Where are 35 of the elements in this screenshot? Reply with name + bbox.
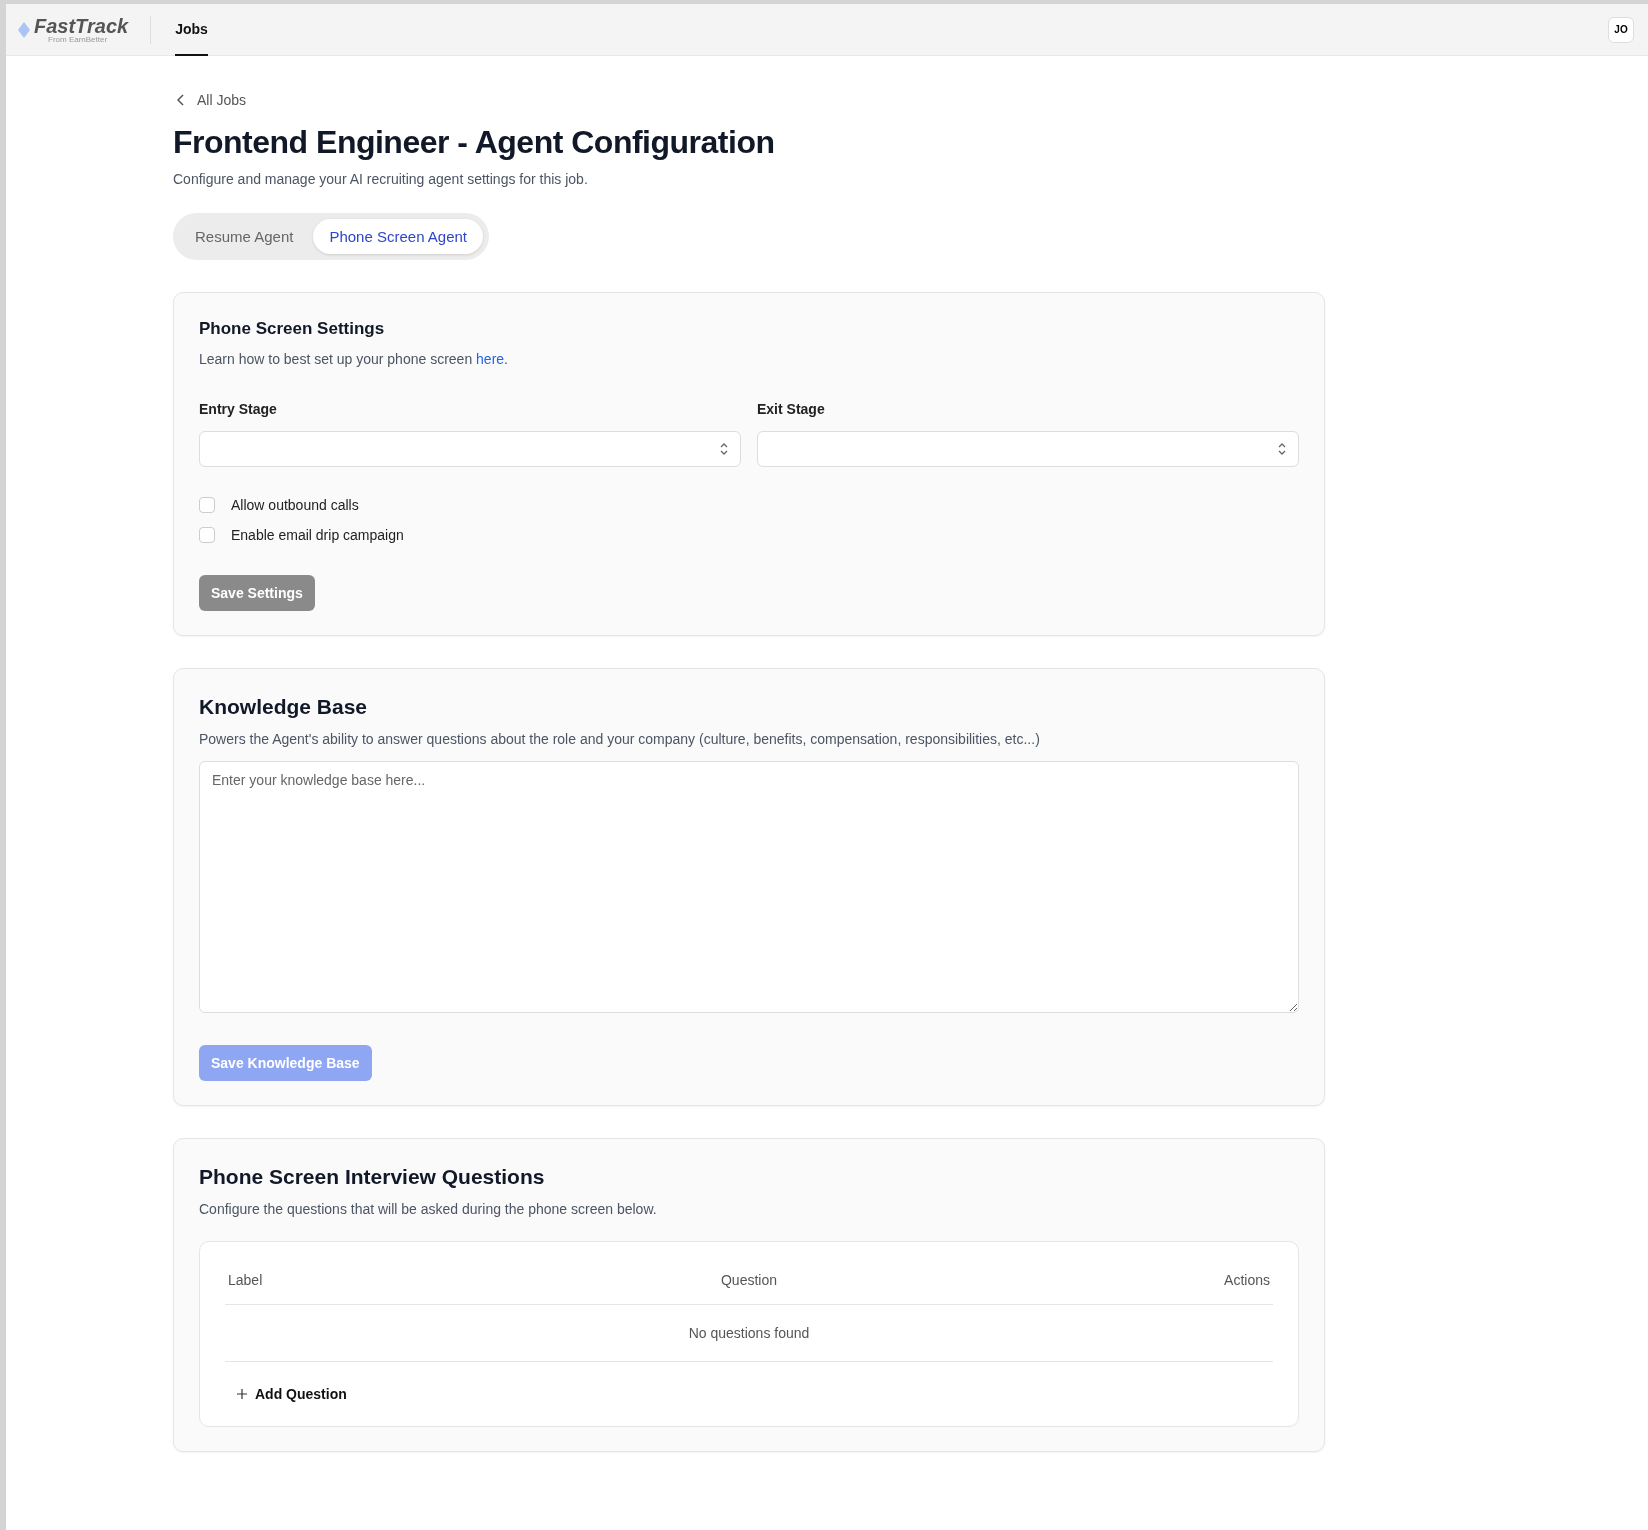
- checkbox[interactable]: [199, 527, 215, 543]
- section-description: Learn how to best set up your phone screen here.: [199, 351, 509, 367]
- logo-text: FastTrack: [34, 15, 129, 36]
- up-down-chevron-icon: [1278, 442, 1286, 456]
- page-subtitle: Configure and manage your AI recruiting agent settings for this job.: [173, 171, 589, 187]
- user-avatar[interactable]: JO: [1608, 16, 1634, 43]
- add-question-button[interactable]: Add Question: [225, 1362, 359, 1410]
- diamond-logo-icon: [18, 21, 30, 38]
- nav-tab[interactable]: Jobs: [175, 4, 208, 56]
- section-description: Configure the questions that will be asked during the phone screen below.: [199, 1201, 658, 1217]
- up-down-chevron-icon: [720, 442, 728, 456]
- section-title: Knowledge Base: [199, 695, 369, 719]
- agent-tab[interactable]: Resume Agent: [179, 219, 310, 254]
- stage-select[interactable]: [199, 431, 741, 467]
- column-header: Question: [719, 1272, 778, 1288]
- logo-subtitle: From EarnBetter: [48, 35, 109, 44]
- knowledge-base-input[interactable]: Enter your knowledge base here...: [199, 761, 1299, 1013]
- section-description: Powers the Agent's ability to answer questions about the role and your company (culture, benefits, compensation, responsibilities, etc...): [199, 731, 1041, 747]
- stage-select[interactable]: [757, 431, 1299, 467]
- agent-tab[interactable]: Phone Screen Agent: [313, 219, 483, 254]
- checkbox-label: Allow outbound calls: [231, 497, 359, 513]
- empty-message: No questions found: [225, 1305, 1273, 1362]
- section-title: Phone Screen Settings: [199, 319, 386, 339]
- checkbox-label: Enable email drip campaign: [231, 527, 404, 543]
- column-header: Actions: [1223, 1272, 1270, 1288]
- field-label: Entry Stage: [199, 401, 278, 417]
- plus-icon: [237, 1389, 247, 1399]
- column-header: Label: [228, 1272, 264, 1288]
- page-title: Frontend Engineer - Agent Configuration: [173, 124, 776, 161]
- field-label: Exit Stage: [757, 401, 826, 417]
- help-link[interactable]: here: [476, 351, 505, 367]
- checkbox[interactable]: [199, 497, 215, 513]
- section-title: Phone Screen Interview Questions: [199, 1165, 546, 1189]
- chevron-left-icon: [177, 94, 185, 106]
- back-link[interactable]: All Jobs: [177, 92, 1325, 108]
